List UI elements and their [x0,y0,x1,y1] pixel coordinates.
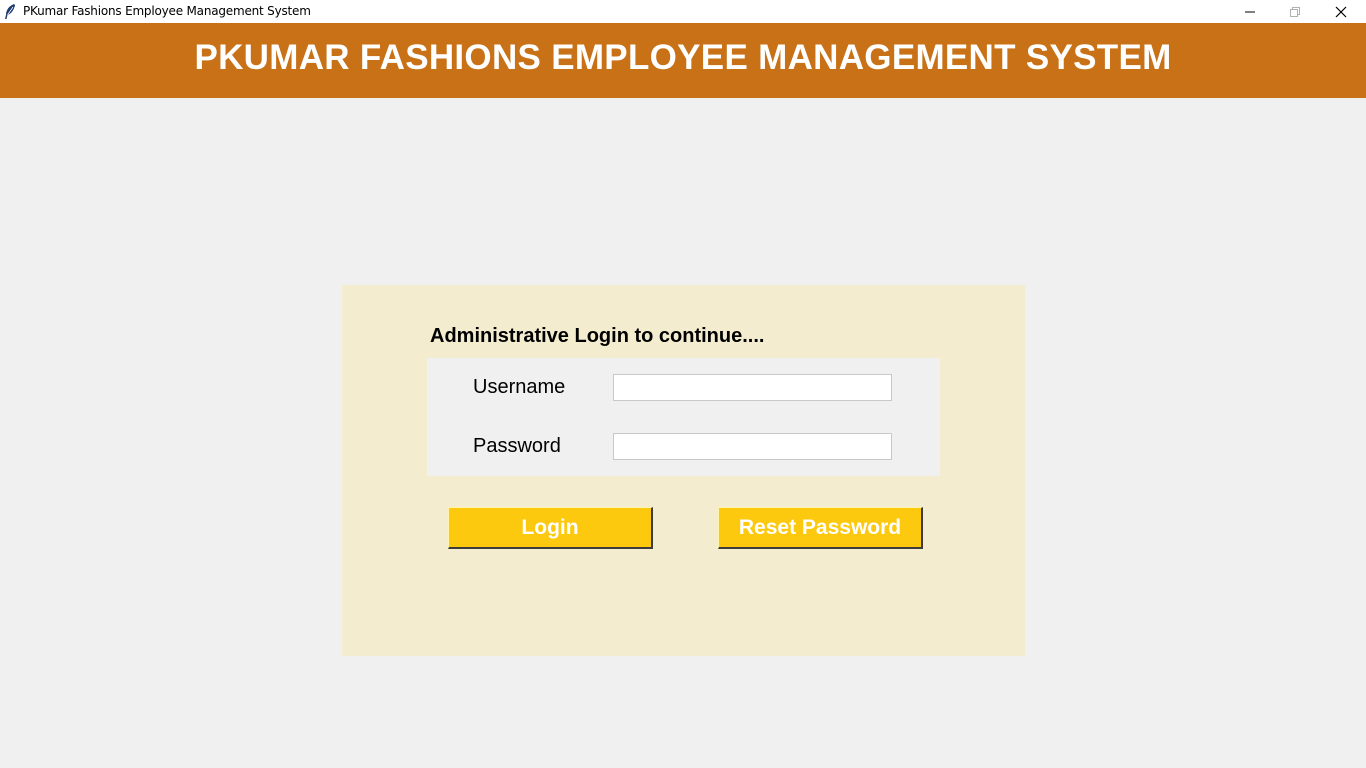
window-title: PKumar Fashions Employee Management Syst… [23,4,311,18]
reset-password-button[interactable]: Reset Password [718,507,923,549]
login-panel: Administrative Login to continue.... Use… [342,285,1025,656]
feather-icon [5,4,15,19]
minimize-button[interactable] [1227,0,1273,23]
close-icon [1335,6,1347,17]
username-label: Username [473,376,566,398]
credentials-box: Username Password [427,358,940,476]
restore-button[interactable] [1272,0,1318,23]
password-label: Password [473,435,561,457]
restore-icon [1290,6,1300,17]
header-banner: PKUMAR FASHIONS EMPLOYEE MANAGEMENT SYST… [0,23,1366,98]
app-heading: PKUMAR FASHIONS EMPLOYEE MANAGEMENT SYST… [194,38,1172,77]
password-field[interactable] [613,433,892,460]
login-button[interactable]: Login [448,507,653,549]
username-field[interactable] [613,374,892,401]
window-titlebar: PKumar Fashions Employee Management Syst… [0,0,1366,23]
close-button[interactable] [1318,0,1364,23]
minimize-icon [1245,11,1255,12]
login-heading: Administrative Login to continue.... [430,325,765,347]
